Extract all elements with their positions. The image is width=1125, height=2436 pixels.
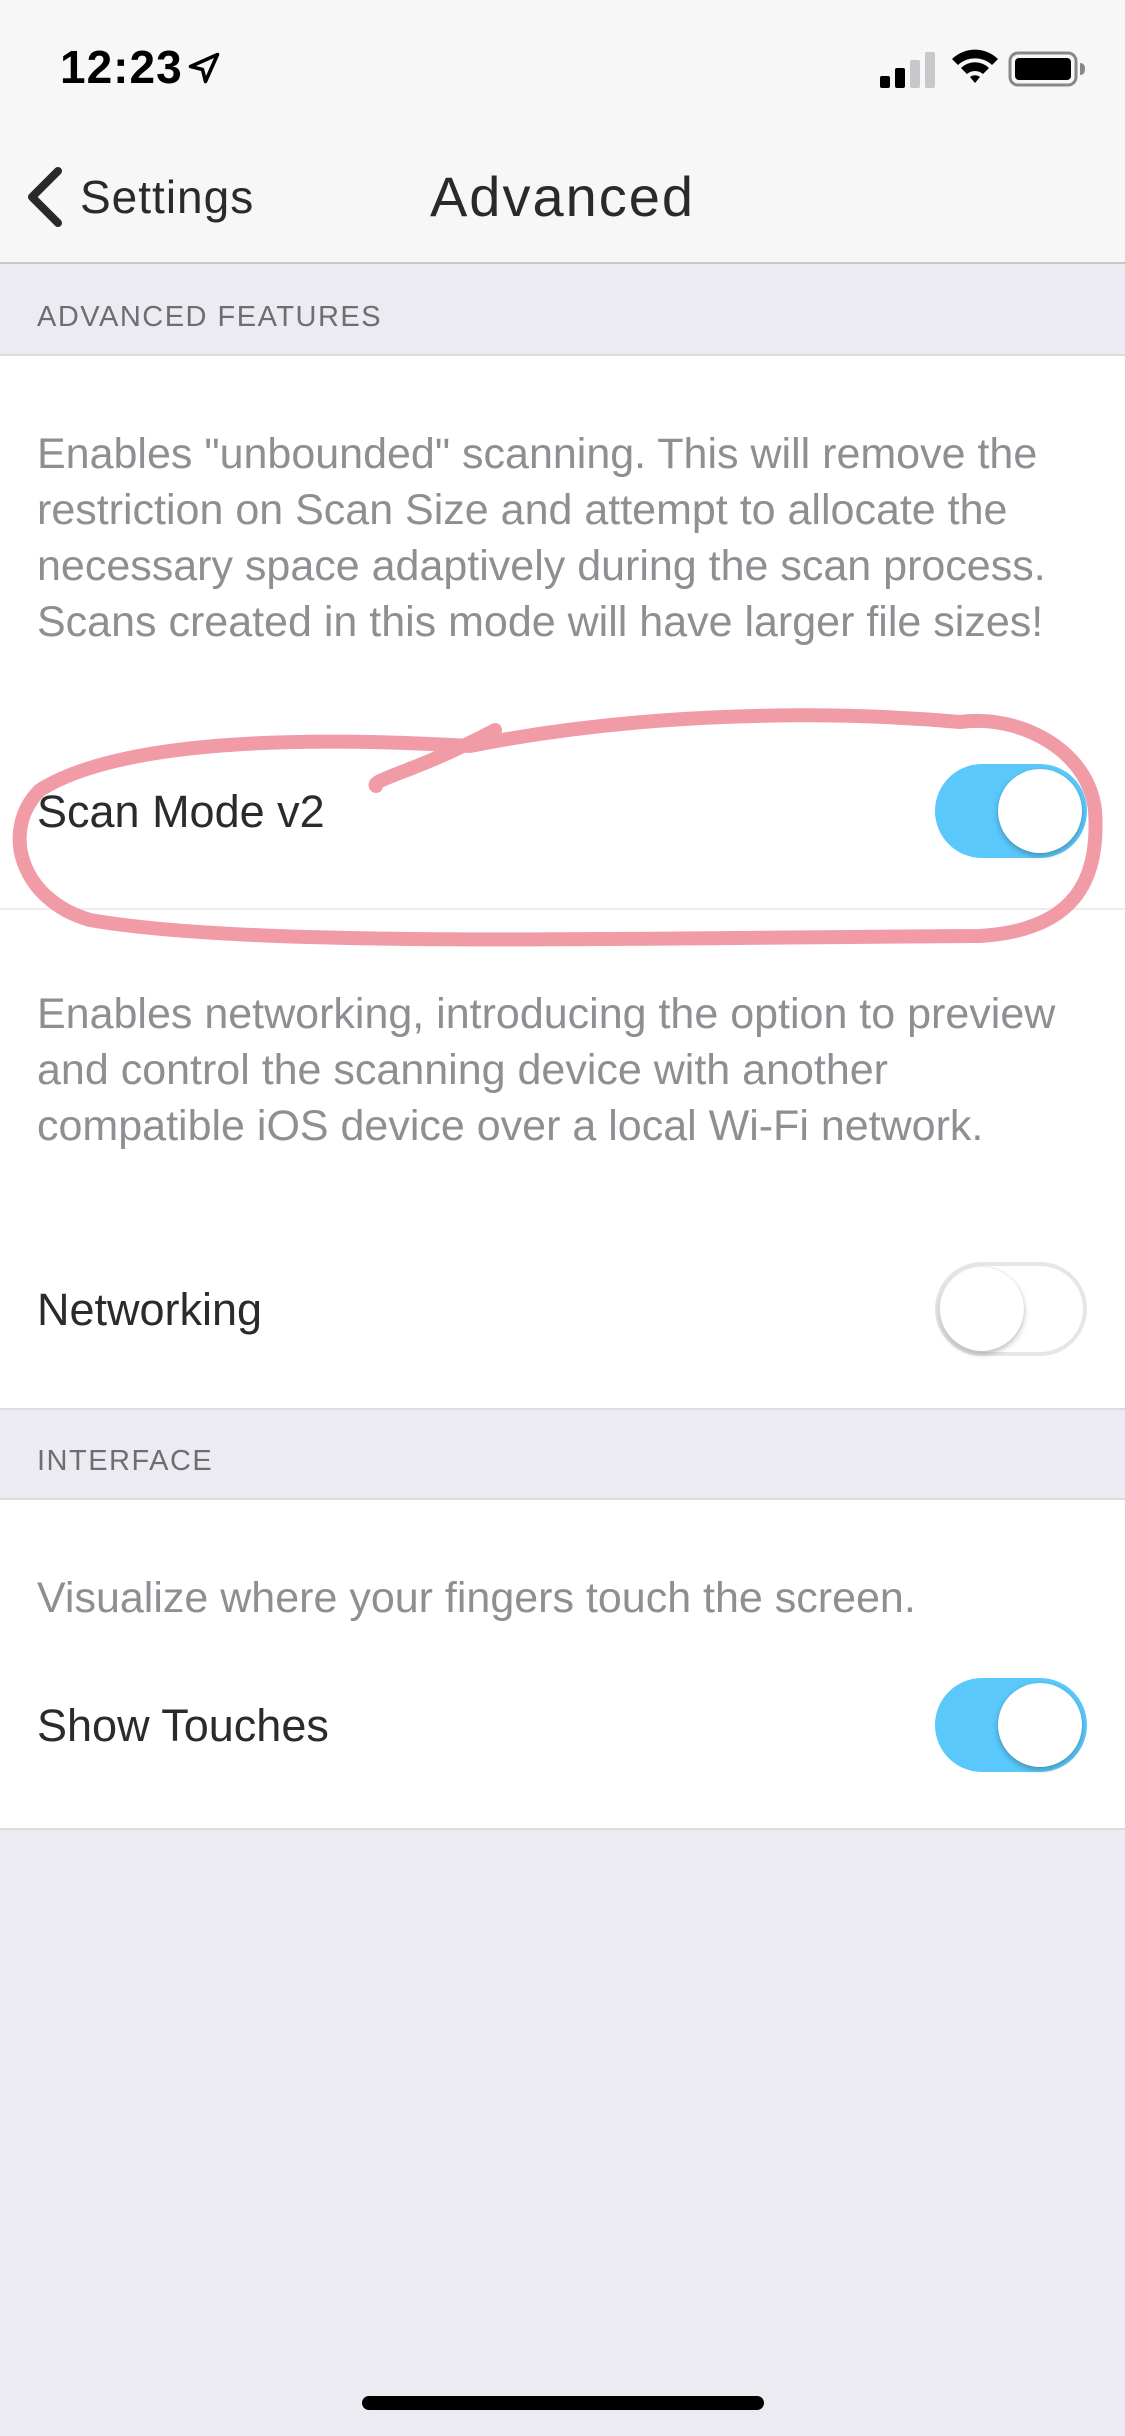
section-header-advanced-features: ADVANCED FEATURES [0, 266, 1125, 356]
row-divider [0, 908, 1125, 910]
interface-group: Visualize where your fingers touch the s… [0, 1498, 1125, 1830]
toggle-knob [998, 769, 1082, 853]
toggle-knob [998, 1683, 1082, 1767]
page-title: Advanced [429, 165, 696, 228]
battery-icon [1008, 51, 1085, 87]
cellular-signal-icon [880, 52, 935, 88]
show-touches-toggle[interactable] [935, 1678, 1087, 1772]
section-header-label: ADVANCED FEATURES [37, 301, 383, 333]
scan-mode-toggle[interactable] [935, 764, 1087, 858]
navigation-bar: Settings Advanced [0, 132, 1125, 264]
networking-description: Enables networking, introducing the opti… [37, 990, 1056, 1150]
scan-mode-description: Enables "unbounded" scanning. This will … [37, 430, 1046, 646]
status-time: 12:23 [60, 41, 183, 93]
status-bar: 12:23 [0, 0, 1125, 132]
section-header-label: INTERFACE [37, 1445, 214, 1477]
wifi-icon [952, 49, 998, 83]
location-arrow-icon [188, 52, 220, 84]
home-indicator[interactable] [362, 2396, 764, 2410]
show-touches-label: Show Touches [37, 1700, 329, 1751]
scan-mode-label: Scan Mode v2 [37, 786, 325, 837]
networking-toggle[interactable] [935, 1262, 1087, 1356]
advanced-features-group: Enables "unbounded" scanning. This will … [0, 354, 1125, 1410]
networking-label: Networking [37, 1284, 263, 1335]
section-header-interface: INTERFACE [0, 1410, 1125, 1500]
show-touches-description: Visualize where your fingers touch the s… [37, 1574, 916, 1622]
toggle-knob [940, 1267, 1024, 1351]
screen: 12:23 Settings Advanced ADVANCED FEATURE… [0, 0, 1125, 2436]
